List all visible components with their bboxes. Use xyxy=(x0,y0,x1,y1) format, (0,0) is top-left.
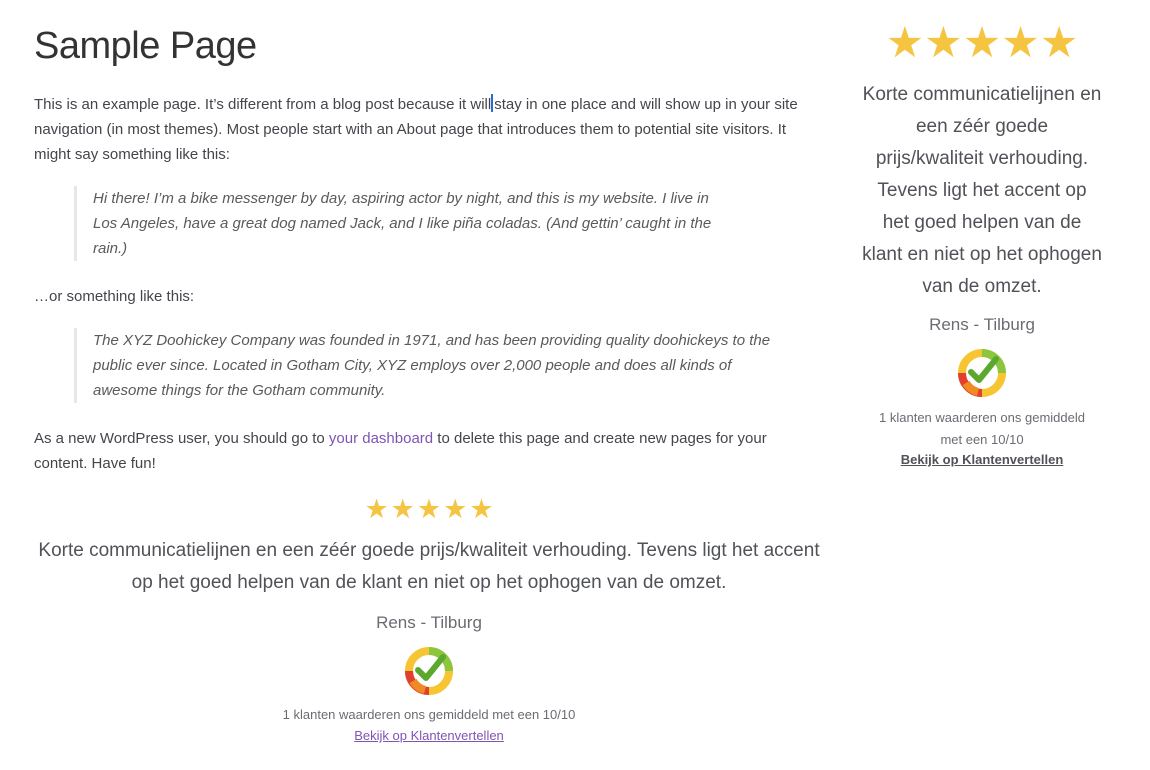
star-icon: ★ xyxy=(1001,19,1040,67)
review-text: Korte communicatielijnen en een zéér goe… xyxy=(862,84,1102,297)
review-statistic-line2: met een 10/10 xyxy=(940,432,1024,447)
klantenvertellen-badge-icon xyxy=(405,647,453,695)
star-icon: ★ xyxy=(885,19,925,67)
klantenvertellen-link[interactable]: Bekijk op Klantenvertellen xyxy=(354,728,504,743)
page-content: Sample Page This is an example page. It’… xyxy=(34,22,824,745)
star-rating: ★ ★ ★ ★ ★ xyxy=(34,496,824,523)
star-icon: ★ xyxy=(416,494,442,524)
review-widget-main: ★ ★ ★ ★ ★ Korte communicatielijnen en ee… xyxy=(34,496,824,745)
star-icon: ★ xyxy=(390,494,415,524)
star-icon: ★ xyxy=(924,19,963,67)
review-text: Korte communicatielijnen en een zéér goe… xyxy=(38,540,820,593)
review-statistic: 1 klanten waarderen ons gemiddeld met een… xyxy=(862,407,1102,451)
separator-text: …or something like this: xyxy=(34,288,195,305)
star-icon: ★ xyxy=(364,494,389,524)
klantenvertellen-link[interactable]: Bekijk op Klantenvertellen xyxy=(901,452,1064,467)
star-icon: ★ xyxy=(469,494,494,524)
review-statistic: 1 klanten waarderen ons gemiddeld met ee… xyxy=(282,707,576,722)
intro-paragraph: This is an example page. It’s different … xyxy=(34,92,824,167)
klantenvertellen-badge-icon xyxy=(958,349,1006,397)
quote-bike-messenger: Hi there! I’m a bike messenger by day, a… xyxy=(74,186,734,261)
outro-text-1: As a new WordPress user, you should go t… xyxy=(34,430,329,447)
outro-paragraph: As a new WordPress user, you should go t… xyxy=(34,426,824,476)
reviewer-name: Rens - Tilburg xyxy=(376,613,482,632)
sidebar-review-widget: ★ ★ ★ ★ ★ Korte communicatielijnen en ee… xyxy=(862,22,1102,469)
page-title: Sample Page xyxy=(34,25,257,67)
star-icon: ★ xyxy=(1039,19,1079,67)
star-icon: ★ xyxy=(962,19,1002,67)
reviewer-name: Rens - Tilburg xyxy=(929,315,1035,334)
star-icon: ★ xyxy=(443,494,468,524)
intro-text-1: This is an example page. It’s different … xyxy=(34,96,492,113)
star-rating: ★ ★ ★ ★ ★ xyxy=(862,22,1102,65)
quote-doohickey-company: The XYZ Doohickey Company was founded in… xyxy=(74,328,774,403)
text-cursor xyxy=(491,94,494,112)
review-statistic-line1: 1 klanten waarderen ons gemiddeld xyxy=(879,410,1085,425)
dashboard-link[interactable]: your dashboard xyxy=(329,430,433,447)
